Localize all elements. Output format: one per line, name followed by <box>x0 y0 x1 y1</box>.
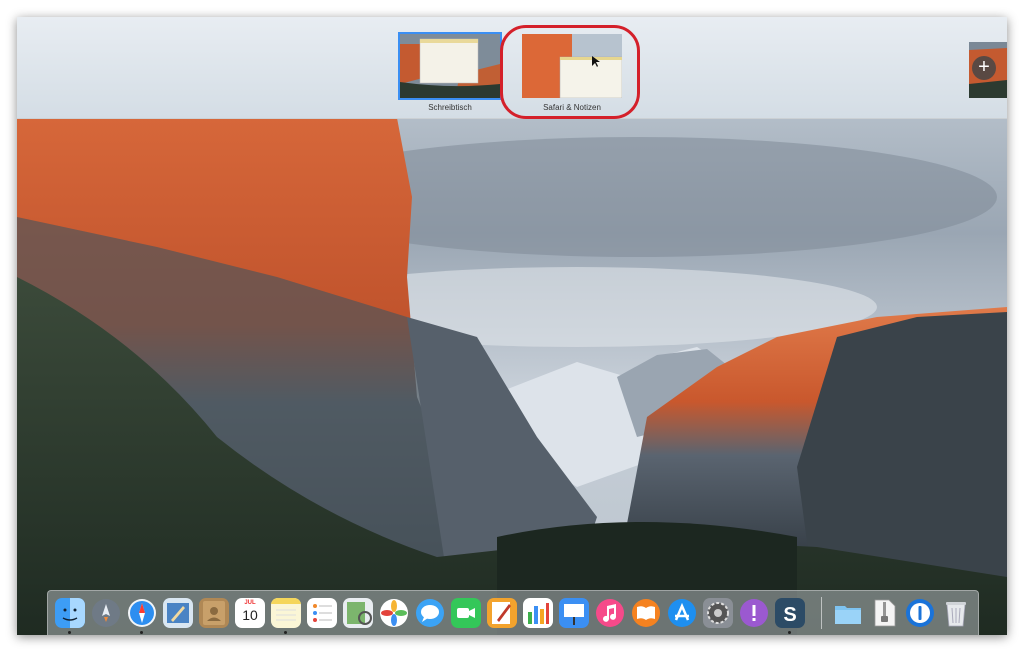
highlight-annotation-ring <box>500 25 640 119</box>
contacts-icon[interactable] <box>199 598 229 628</box>
feedback-icon[interactable] <box>739 598 769 628</box>
app-store-icon[interactable] <box>667 598 697 628</box>
calendar-month: JUL <box>244 600 256 606</box>
add-space-button[interactable]: + <box>969 42 1007 98</box>
reminders-icon[interactable] <box>307 598 337 628</box>
plus-icon[interactable]: + <box>972 56 996 80</box>
ibooks-icon[interactable] <box>631 598 661 628</box>
facetime-icon[interactable] <box>451 598 481 628</box>
keynote-icon[interactable] <box>559 598 589 628</box>
desktop-screen: Schreibtisch Safari & Notizen + JUL 10 S <box>17 17 1007 635</box>
1password-icon[interactable] <box>905 598 935 628</box>
itunes-icon[interactable] <box>595 598 625 628</box>
numbers-icon[interactable] <box>523 598 553 628</box>
running-indicator <box>140 631 143 634</box>
pages-icon[interactable] <box>487 598 517 628</box>
launchpad-icon[interactable] <box>91 598 121 628</box>
dock: JUL 10 S <box>47 590 979 635</box>
notes-icon[interactable] <box>271 598 301 628</box>
snagit-icon[interactable]: S <box>775 598 805 628</box>
calendar-day: 10 <box>242 607 258 623</box>
running-indicator <box>788 631 791 634</box>
space-thumbnail[interactable] <box>398 32 502 100</box>
space-label: Schreibtisch <box>428 103 472 112</box>
downloads-folder-icon[interactable] <box>833 598 863 628</box>
safari-icon[interactable] <box>127 598 157 628</box>
finder-icon[interactable] <box>55 598 85 628</box>
running-indicator <box>284 631 287 634</box>
archive-icon[interactable] <box>869 598 899 628</box>
trash-icon[interactable] <box>941 598 971 628</box>
dock-separator <box>821 597 822 629</box>
desktop-thumbnail-image <box>400 34 500 98</box>
mail-icon[interactable] <box>163 598 193 628</box>
svg-text:S: S <box>783 604 796 626</box>
running-indicator <box>68 631 71 634</box>
photos-icon[interactable] <box>379 598 409 628</box>
system-preferences-icon[interactable] <box>703 598 733 628</box>
preview-icon[interactable] <box>343 598 373 628</box>
mission-control-spaces-bar: Schreibtisch Safari & Notizen + <box>17 17 1007 119</box>
calendar-icon[interactable]: JUL 10 <box>235 598 265 628</box>
messages-icon[interactable] <box>415 598 445 628</box>
